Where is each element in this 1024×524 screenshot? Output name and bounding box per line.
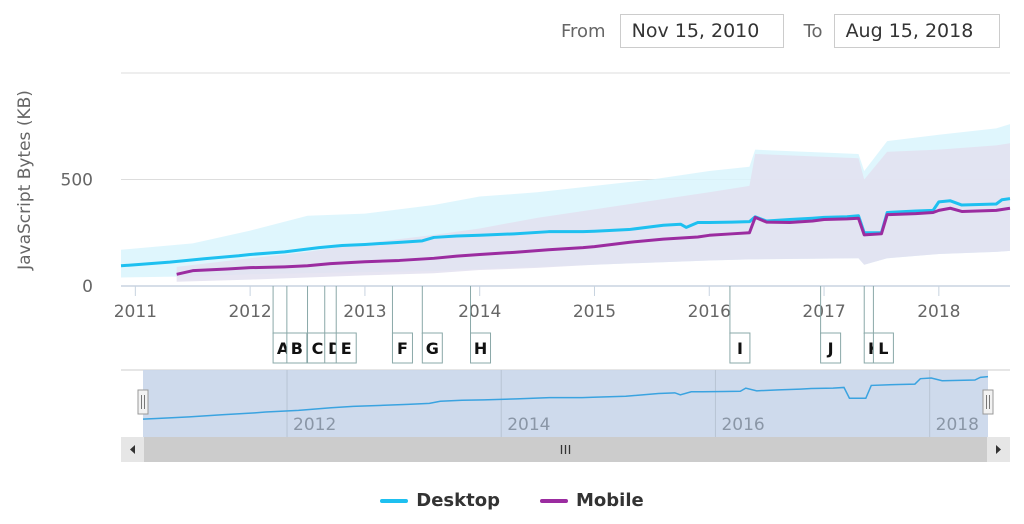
y-axis-label: JavaScript Bytes (KB) (15, 90, 35, 271)
navigator-selected-mask[interactable] (143, 370, 988, 437)
legend-swatch-desktop (380, 498, 409, 503)
legend: Desktop Mobile (0, 490, 1024, 511)
navigator-tick-label: 2014 (507, 415, 550, 435)
x-tick-label: 2015 (573, 302, 616, 322)
x-tick-label: 2018 (917, 302, 960, 322)
chart-svg: 0 500 JavaScript Bytes (KB) 2011 2012 2013 201… (15, 72, 1011, 462)
navigator-tick-label: 2016 (721, 415, 764, 435)
navigator-tick-label: 2018 (936, 415, 979, 435)
flag-label: H (474, 339, 487, 358)
y-tick-label: 0 (82, 277, 93, 297)
x-tick-label: 2011 (114, 302, 157, 322)
x-tick-label: 2012 (228, 302, 271, 322)
flag-label: B (291, 339, 303, 358)
flag-label: C (312, 339, 324, 358)
x-tick-label: 2013 (343, 302, 386, 322)
navigator-left-handle[interactable] (137, 389, 149, 415)
x-tick-label: 2016 (688, 302, 731, 322)
flag-label: L (878, 339, 888, 358)
legend-label-desktop: Desktop (416, 490, 500, 511)
legend-label-mobile: Mobile (575, 490, 644, 511)
y-tick-label: 500 (61, 171, 93, 191)
flag-label: F (397, 339, 408, 358)
legend-item-desktop[interactable]: Desktop (380, 490, 500, 511)
legend-swatch-mobile (539, 498, 568, 503)
navigator-right-handle[interactable] (982, 389, 994, 415)
flag-label: J (827, 339, 834, 358)
navigator-tick-label: 2012 (293, 415, 336, 435)
mobile-range-band (176, 143, 1010, 282)
flag-label: I (737, 339, 743, 358)
x-tick-label: 2014 (458, 302, 501, 322)
flag-label: G (426, 339, 439, 358)
legend-item-mobile[interactable]: Mobile (539, 490, 644, 511)
flag-label: E (341, 339, 352, 358)
x-tick-label: 2017 (802, 302, 845, 322)
